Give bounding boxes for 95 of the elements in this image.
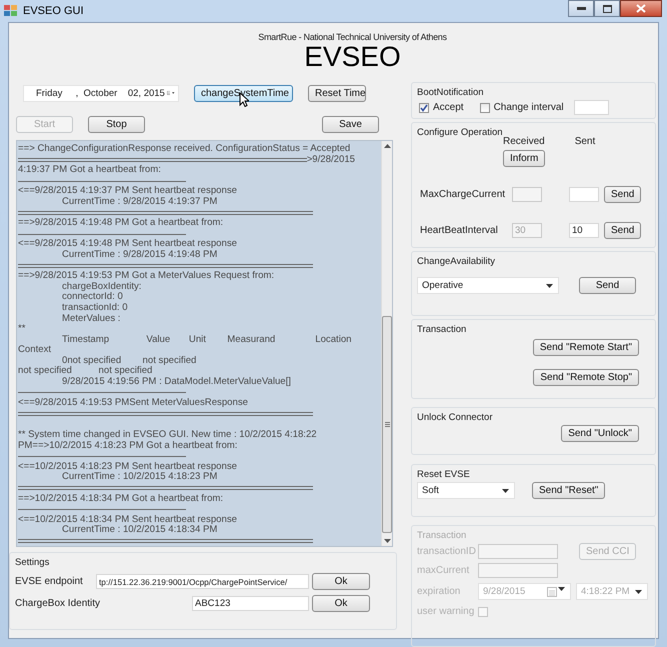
time-button[interactable]: Reset Time xyxy=(308,84,366,102)
caret-icon xyxy=(546,284,553,288)
checkbox[interactable] xyxy=(419,102,429,112)
inform-button[interactable]: Inform xyxy=(503,150,546,167)
input-field[interactable] xyxy=(569,187,599,202)
dropdown[interactable]: Operative xyxy=(417,277,559,294)
group-title: Unlock Connector xyxy=(417,412,493,423)
maximize-icon xyxy=(602,4,612,12)
action-button[interactable]: Save xyxy=(322,116,379,133)
column-header: Sent xyxy=(574,136,596,147)
input-field[interactable] xyxy=(512,187,542,202)
log-line: ==>9/28/2015 4:19:53 PM Got a MeterValues Request from: xyxy=(18,271,276,282)
log-line: not specified not specified xyxy=(18,366,154,377)
input-field[interactable]: 10 xyxy=(569,223,599,238)
send-button[interactable]: Send "Remote Start" xyxy=(532,339,639,356)
send-button[interactable]: Send xyxy=(604,186,642,203)
log-line: >9/28/2015 xyxy=(306,154,355,166)
log-line: ==>9/28/2015 4:19:48 PM Got a heartbeat from: xyxy=(18,218,224,229)
close-icon xyxy=(636,4,646,13)
dropdown[interactable]: Soft xyxy=(417,482,515,499)
close-button[interactable] xyxy=(620,0,662,17)
group-title: Configure Operation xyxy=(417,127,503,138)
field-label: EVSE endpoint xyxy=(15,576,83,587)
caret-icon xyxy=(502,488,509,492)
input-field[interactable] xyxy=(478,544,558,559)
log-line: <==9/28/2015 4:19:48 PM Sent heartbeat response xyxy=(18,239,238,250)
field-label: expiration xyxy=(417,586,462,597)
grip-icon xyxy=(384,422,390,427)
maximize-button[interactable] xyxy=(594,0,620,17)
send-button[interactable]: Send "Remote Stop" xyxy=(533,369,639,386)
checkbox-label: Change interval xyxy=(494,102,564,113)
log-line: <==9/28/2015 4:19:53 PMSent MeterValuesResponse xyxy=(18,398,249,409)
log-line: chargeBoxIdentity: xyxy=(61,282,142,292)
group-title: ChangeAvailability xyxy=(417,256,495,267)
log-line: connectorId: 0 xyxy=(61,292,124,303)
app-title: EVSEO xyxy=(304,42,401,72)
field-label: ChargeBox Identity xyxy=(15,598,100,609)
field-label: maxCurrent xyxy=(417,565,470,576)
scrollbar[interactable] xyxy=(381,141,392,546)
ok-button[interactable]: Ok xyxy=(312,573,370,590)
log-line: <==10/2/2015 4:18:34 PM Sent heartbeat response xyxy=(18,514,238,525)
minimize-button[interactable] xyxy=(568,0,594,17)
log-line: ** xyxy=(18,324,26,335)
log-line: 4:19:37 PM Got a heartbeat from: xyxy=(18,165,162,176)
log-line: CurrentTime : 9/28/2015 4:19:37 PM xyxy=(61,196,218,208)
scroll-up-icon xyxy=(384,144,390,148)
log-line: <==9/28/2015 4:19:37 PM Sent heartbeat response xyxy=(18,186,238,197)
caret-icon xyxy=(635,590,642,594)
field-label: transactionID xyxy=(417,546,473,557)
group-title: Settings xyxy=(15,557,50,568)
send-button[interactable]: Send "Reset" xyxy=(532,482,606,499)
calendar-icon xyxy=(166,88,170,98)
group-title: Reset EVSE xyxy=(417,469,470,480)
checkbox-label: Accept xyxy=(433,102,464,113)
log-line: ** System time changed in EVSEO GUI. New time : 10/2/2015 4:18:22 xyxy=(18,430,318,441)
input-field[interactable] xyxy=(478,563,558,578)
log-line: ==>10/2/2015 4:18:34 PM Got a heartbeat from: xyxy=(18,494,224,504)
window-title: EVSEO GUI xyxy=(23,5,84,17)
log-line: CurrentTime : 10/2/2015 4:18:34 PM xyxy=(61,525,218,536)
log-line: PM==>10/2/2015 4:18:23 PM Got a heartbeat from: xyxy=(18,440,238,452)
action-button[interactable]: Stop xyxy=(88,116,145,133)
log-line: transactionId: 0 xyxy=(61,302,129,314)
log-line: ==> ChangeConfigurationResponse received. ConfigurationStatus = Accepted xyxy=(18,144,352,155)
column-header: Received xyxy=(503,136,545,147)
log-line: 9/28/2015 4:19:56 PM : DataModel.MeterValueValue[] xyxy=(61,377,292,388)
subtitle: SmartRue - National Technical University of Athens xyxy=(258,32,447,42)
input-field[interactable]: ABC123 xyxy=(192,596,309,611)
minimize-icon xyxy=(576,7,586,10)
field-label: MaxChargeCurrent xyxy=(420,189,506,200)
send-button[interactable]: Send xyxy=(579,277,636,294)
scroll-down-icon xyxy=(384,539,390,543)
caret-icon xyxy=(558,586,565,590)
input-field[interactable]: tp://151.22.36.219:9001/Ocpp/ChargePointService/ xyxy=(96,574,309,589)
ok-button[interactable]: Ok xyxy=(312,595,370,612)
caret-icon xyxy=(172,91,175,95)
input-field[interactable] xyxy=(574,100,609,115)
checkbox-label: user warning xyxy=(417,606,474,617)
group-title: Transaction xyxy=(417,530,466,541)
send-button[interactable]: Send "Unlock" xyxy=(561,425,639,442)
date-picker[interactable]: Friday , October 02, 2015 xyxy=(23,84,179,102)
send-button[interactable]: Send xyxy=(604,222,642,239)
log-line: CurrentTime : 9/28/2015 4:19:48 PM xyxy=(61,250,218,261)
calendar-icon xyxy=(547,586,557,596)
group-title: Transaction xyxy=(417,324,466,335)
log-line: Timestamp Value Unit Measurand Location xyxy=(61,334,353,346)
app-icon xyxy=(4,5,18,17)
log-line: 0not specified not specified xyxy=(61,356,198,366)
log-line: Context xyxy=(18,345,52,356)
time-button[interactable]: changeSystemTime xyxy=(194,84,293,102)
log-line: CurrentTime : 10/2/2015 4:18:23 PM xyxy=(61,472,218,483)
checkbox[interactable] xyxy=(480,102,490,112)
field-label: HeartBeatInterval xyxy=(420,225,499,236)
log-line: MeterValues : xyxy=(61,314,122,324)
group-title: BootNotification xyxy=(417,87,484,98)
log-line: <==10/2/2015 4:18:23 PM Sent heartbeat response xyxy=(18,462,238,472)
